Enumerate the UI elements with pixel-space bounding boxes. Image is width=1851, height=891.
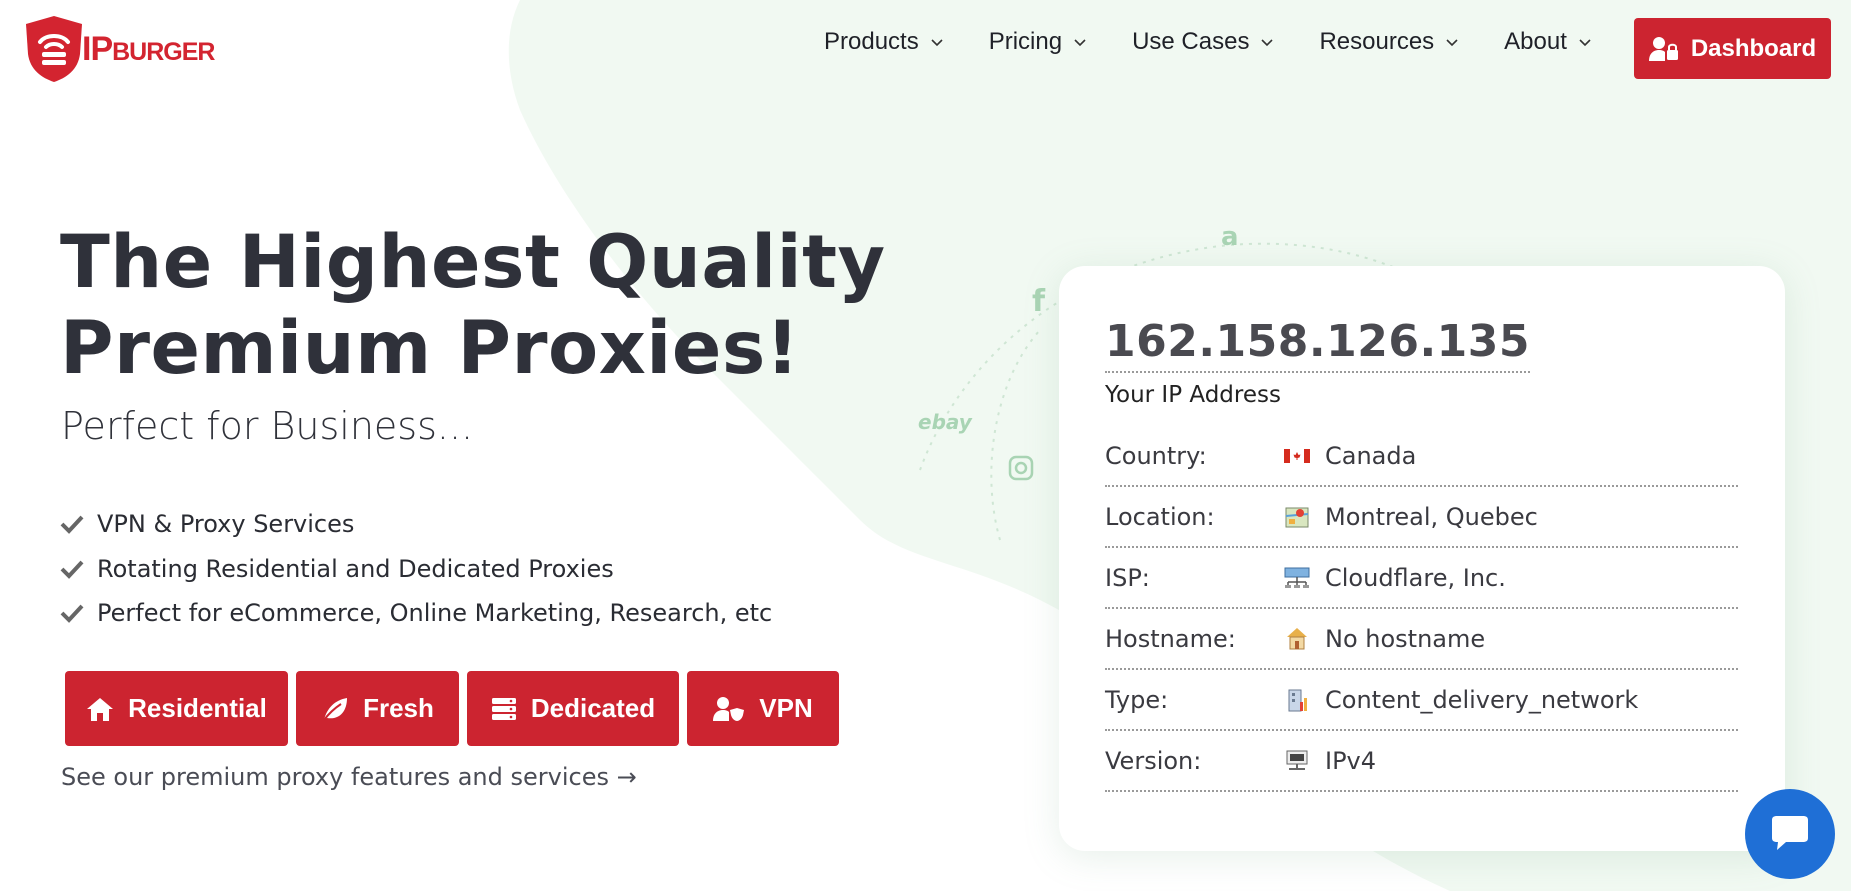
- ip-row-country: Country: Canada: [1105, 426, 1738, 487]
- chevron-down-icon: [1261, 39, 1274, 47]
- feature-list: VPN & Proxy Services Rotating Residentia…: [60, 502, 772, 636]
- ip-row-label: Hostname:: [1105, 624, 1236, 653]
- vpn-button[interactable]: VPN: [687, 671, 839, 746]
- features-link[interactable]: See our premium proxy features and servi…: [61, 763, 637, 791]
- residential-label: Residential: [128, 693, 267, 723]
- chat-widget-button[interactable]: [1745, 789, 1835, 879]
- logo-ip-text: IP: [82, 29, 113, 68]
- nav-pricing-label: Pricing: [988, 28, 1063, 55]
- logo-wordmark: IPBURGER: [82, 29, 215, 69]
- chevron-down-icon: [1446, 39, 1458, 47]
- check-icon: [60, 560, 84, 579]
- feature-text: VPN & Proxy Services: [97, 510, 355, 539]
- home-icon: [87, 697, 114, 721]
- ip-row-label: Location:: [1105, 502, 1215, 531]
- ip-row-isp: ISP: Cloudflare, Inc.: [1105, 548, 1738, 609]
- hero-subtitle: Perfect for Business...: [61, 404, 474, 448]
- ip-row-value: Cloudflare, Inc.: [1325, 563, 1506, 592]
- main-nav: Products Pricing Use Cases Resources Abo…: [824, 28, 1637, 56]
- host-icon: [1287, 627, 1307, 649]
- hero-title-line2: Premium Proxies!: [60, 306, 800, 391]
- chevron-down-icon: [931, 39, 943, 47]
- cta-buttons: Residential Fresh Dedicated VPN: [65, 671, 847, 746]
- building-icon: [1288, 689, 1307, 711]
- ip-row-value: Canada: [1325, 441, 1417, 470]
- dashboard-label: Dashboard: [1690, 34, 1817, 62]
- nav-about-label: About: [1504, 28, 1567, 55]
- logo-burger-text: BURGER: [112, 37, 215, 66]
- fresh-button[interactable]: Fresh: [296, 671, 459, 746]
- residential-button[interactable]: Residential: [65, 671, 288, 746]
- check-icon: [60, 604, 84, 624]
- chat-icon: [1772, 816, 1808, 850]
- ip-row-value: No hostname: [1325, 624, 1486, 653]
- ip-row-value: Content_delivery_network: [1325, 685, 1639, 714]
- user-lock-icon: [1648, 36, 1678, 61]
- dedicated-label: Dedicated: [530, 693, 656, 723]
- network-icon: [1284, 567, 1310, 588]
- fresh-label: Fresh: [363, 693, 434, 723]
- shield-logo-icon: [26, 16, 82, 82]
- nav-resources-label: Resources: [1319, 28, 1435, 55]
- check-icon: [60, 515, 84, 535]
- ipv4-icon: [1286, 750, 1308, 770]
- ip-row-hostname: Hostname: No hostname: [1105, 609, 1738, 670]
- ip-row-type: Type: Content_delivery_network: [1105, 670, 1738, 731]
- hero-title: The Highest Quality Premium Proxies!: [60, 220, 886, 392]
- user-shield-icon: [713, 696, 745, 721]
- hero-title-line1: The Highest Quality: [60, 220, 886, 305]
- ip-row-value: IPv4: [1325, 746, 1377, 775]
- nav-pricing[interactable]: Pricing: [989, 28, 1086, 56]
- ipburger-logo[interactable]: IPBURGER: [22, 14, 215, 84]
- ip-row-location: Location: Montreal, Quebec: [1105, 487, 1738, 548]
- dashboard-button[interactable]: Dashboard: [1634, 18, 1831, 79]
- ip-address: 162.158.126.135: [1105, 316, 1531, 373]
- feature-text: Rotating Residential and Dedicated Proxi…: [97, 554, 614, 583]
- chevron-down-icon: [1579, 39, 1591, 47]
- feature-item: Perfect for eCommerce, Online Marketing,…: [60, 591, 772, 636]
- instagram-icon: [1008, 455, 1034, 481]
- canada-flag-icon: [1284, 448, 1310, 463]
- nav-products[interactable]: Products: [824, 28, 943, 56]
- nav-use-cases[interactable]: Use Cases: [1132, 28, 1274, 56]
- nav-use-cases-label: Use Cases: [1132, 28, 1250, 55]
- ip-row-version: Version: IPv4: [1105, 731, 1738, 792]
- nav-about[interactable]: About: [1504, 28, 1591, 56]
- nav-products-label: Products: [824, 28, 919, 55]
- ip-row-label: Version:: [1105, 746, 1202, 775]
- leaf-icon: [323, 697, 348, 721]
- ip-row-label: Type:: [1105, 685, 1169, 714]
- amazon-mark: a: [1221, 222, 1239, 252]
- map-icon: [1285, 507, 1309, 527]
- ebay-mark: ebay: [918, 410, 972, 434]
- ip-row-label: ISP:: [1105, 563, 1150, 592]
- ip-row-label: Country:: [1105, 441, 1207, 470]
- feature-item: VPN & Proxy Services: [60, 502, 772, 547]
- server-icon: [491, 697, 516, 720]
- facebook-mark: f: [1032, 284, 1046, 319]
- vpn-label: VPN: [759, 693, 813, 723]
- feature-item: Rotating Residential and Dedicated Proxi…: [60, 547, 772, 592]
- ip-details: Country: Canada Location: Montreal, Queb…: [1105, 426, 1738, 792]
- ip-row-value: Montreal, Quebec: [1325, 502, 1538, 531]
- feature-text: Perfect for eCommerce, Online Marketing,…: [97, 599, 773, 628]
- ip-caption: Your IP Address: [1105, 382, 1281, 408]
- ip-info-card: 162.158.126.135 Your IP Address Country:…: [1059, 266, 1785, 851]
- nav-resources[interactable]: Resources: [1319, 28, 1458, 56]
- chevron-down-icon: [1074, 39, 1086, 47]
- dedicated-button[interactable]: Dedicated: [467, 671, 679, 746]
